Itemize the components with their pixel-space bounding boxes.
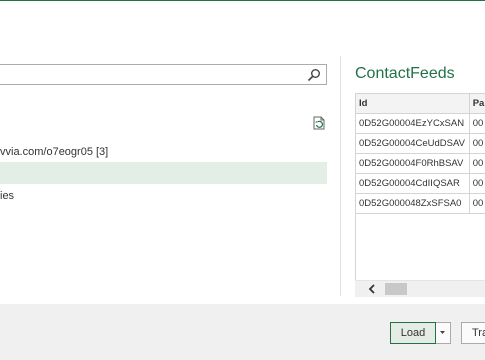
- table-cell: 00: [469, 173, 485, 194]
- preview-grid: Id Pa 0D52G00004EzYCxSAN 00 0D52G00004Ce…: [355, 93, 485, 294]
- table-row: 0D52G00004F0RhBSAV 00: [356, 153, 485, 174]
- scrollbar-thumb[interactable]: [385, 283, 407, 295]
- table-cell: 0D52G00004CeUdDSAV: [356, 133, 470, 154]
- table-row: 0D52G00004EzYCxSAN 00: [356, 113, 485, 134]
- load-options-button[interactable]: [436, 322, 451, 344]
- table-row: 0D52G00004CeUdDSAV 00: [356, 133, 485, 154]
- table-header-row: Id Pa: [356, 94, 485, 114]
- column-header-pa[interactable]: Pa: [469, 94, 485, 114]
- pane-divider: [340, 56, 341, 296]
- table-cell: 0D52G00004EzYCxSAN: [356, 113, 470, 134]
- dropdown-arrow-icon: [440, 331, 445, 334]
- table-cell: 0D52G000048ZxSFSA0: [356, 193, 470, 214]
- title-accent-line: [0, 0, 485, 1]
- scroll-left-icon[interactable]: [367, 284, 377, 294]
- nav-item-selected[interactable]: [0, 162, 327, 184]
- table-cell: 00: [469, 113, 485, 134]
- transform-data-button[interactable]: Tra: [461, 322, 485, 344]
- refresh-icon[interactable]: [311, 115, 327, 131]
- table-row: 0D52G000048ZxSFSA0 00: [356, 193, 485, 214]
- preview-title: ContactFeeds: [355, 65, 455, 82]
- search-field[interactable]: [2, 66, 306, 85]
- table-cell: 0D52G00004CdIIQSAR: [356, 173, 470, 194]
- search-input[interactable]: [0, 64, 327, 85]
- table-cell: 00: [469, 153, 485, 174]
- preview-table: Id Pa 0D52G00004EzYCxSAN 00 0D52G00004Ce…: [356, 94, 485, 214]
- column-header-id[interactable]: Id: [356, 94, 470, 114]
- table-cell: 00: [469, 133, 485, 154]
- table-row: 0D52G00004CdIIQSAR 00: [356, 173, 485, 194]
- table-cell: 0D52G00004F0RhBSAV: [356, 153, 470, 174]
- nav-item-entities[interactable]: ies: [0, 185, 14, 207]
- horizontal-scrollbar[interactable]: [355, 280, 485, 297]
- table-cell: 00: [469, 193, 485, 214]
- load-button[interactable]: Load: [390, 322, 436, 344]
- nav-item-data-source[interactable]: vvia.com/o7eogr05 [3]: [0, 141, 108, 163]
- search-icon[interactable]: [307, 68, 321, 82]
